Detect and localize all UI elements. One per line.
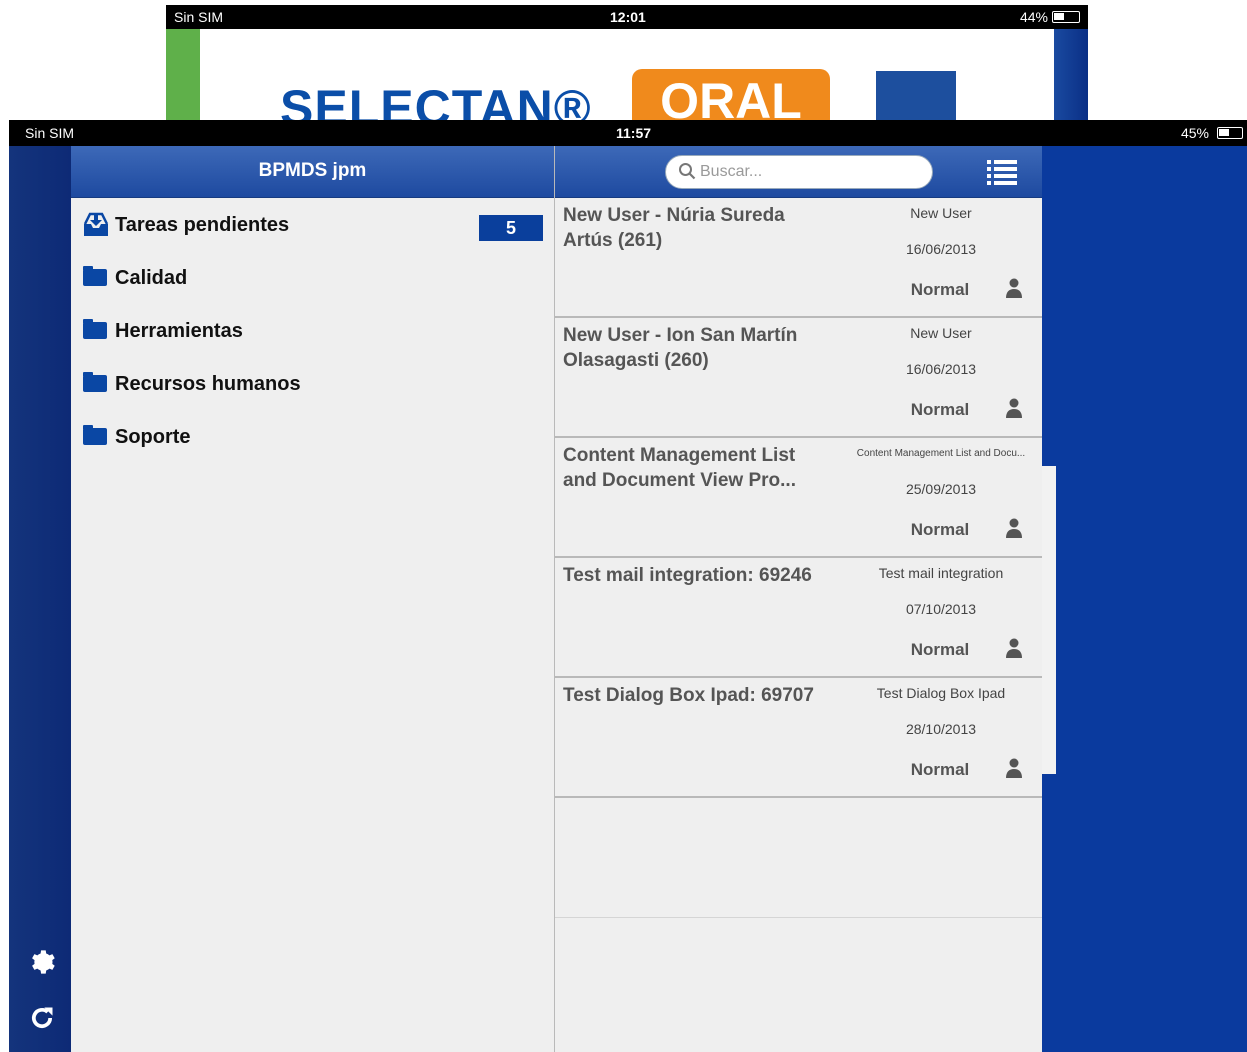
person-icon xyxy=(1005,758,1023,778)
carrier-label: Sin SIM xyxy=(25,125,75,141)
folder-label: Calidad xyxy=(115,267,188,289)
list-menu-icon[interactable] xyxy=(987,158,1017,186)
task-type: Test mail integration xyxy=(878,565,1004,581)
task-row[interactable]: New User - Ion San Martín Olasagasti (26… xyxy=(555,318,1042,438)
folder-item-calidad[interactable]: Calidad xyxy=(81,255,551,299)
task-priority: Normal xyxy=(910,760,970,779)
side-rail xyxy=(9,146,71,1052)
task-date: 07/10/2013 xyxy=(905,601,977,617)
background-brand-text: SELECTAN® xyxy=(280,80,592,120)
background-carrier: Sin SIM xyxy=(174,9,224,25)
background-battery-icon xyxy=(1052,11,1080,23)
task-priority: Normal xyxy=(910,640,970,659)
folder-label: Tareas pendientes xyxy=(115,214,290,236)
task-date: 16/06/2013 xyxy=(905,241,977,257)
empty-row xyxy=(555,798,1042,918)
task-title: Test Dialog Box Ipad: 69707 xyxy=(563,685,814,706)
search-input[interactable] xyxy=(700,163,920,181)
tasks-panel: New User - Núria Sureda Artús (261) New … xyxy=(555,146,1042,1052)
refresh-icon[interactable] xyxy=(27,1004,57,1034)
background-right-strip xyxy=(1054,29,1088,120)
right-background xyxy=(1042,146,1247,1052)
panel-title: BPMDS jpm xyxy=(258,160,367,181)
background-status-bar: Sin SIM 12:01 44% xyxy=(166,5,1088,29)
person-icon xyxy=(1005,638,1023,658)
right-edge-panel xyxy=(1042,466,1056,774)
folder-label: Soporte xyxy=(115,426,191,448)
person-icon xyxy=(1005,278,1023,298)
task-title: Content Management List and Document Vie… xyxy=(563,445,796,491)
folder-icon xyxy=(83,266,107,286)
task-row[interactable]: New User - Núria Sureda Artús (261) New … xyxy=(555,198,1042,318)
folders-panel: BPMDS jpm Tareas pendientes 5 Calidad He… xyxy=(71,146,555,1052)
task-type: Content Management List and Docu... xyxy=(856,448,1026,459)
background-brand-badge: ORAL xyxy=(632,69,830,120)
task-row[interactable]: Content Management List and Document Vie… xyxy=(555,438,1042,558)
folder-item-tareas-pendientes[interactable]: Tareas pendientes 5 xyxy=(81,202,551,246)
background-time: 12:01 xyxy=(610,9,646,25)
inbox-download-icon xyxy=(81,210,111,238)
main-screen: Sin SIM 11:57 45% BPMDS jpm Tareas pendi… xyxy=(9,120,1247,1052)
background-screenshot: Sin SIM 12:01 44% SELECTAN® ORAL xyxy=(166,5,1088,120)
task-row[interactable]: Test Dialog Box Ipad: 69707 Test Dialog … xyxy=(555,678,1042,798)
status-time: 11:57 xyxy=(616,125,652,141)
search-box[interactable] xyxy=(665,155,933,189)
status-bar: Sin SIM 11:57 45% xyxy=(9,120,1247,146)
folder-item-recursos-humanos[interactable]: Recursos humanos xyxy=(81,361,551,405)
task-type: New User xyxy=(910,205,972,221)
background-left-strip xyxy=(166,29,200,120)
count-badge: 5 xyxy=(479,215,543,241)
folder-item-herramientas[interactable]: Herramientas xyxy=(81,308,551,352)
task-type: Test Dialog Box Ipad xyxy=(876,685,1006,701)
folder-icon xyxy=(83,425,107,445)
tasks-header xyxy=(555,146,1042,198)
folder-label: Herramientas xyxy=(115,320,243,342)
battery-percent: 45% xyxy=(1180,125,1209,141)
task-type: New User xyxy=(910,325,972,341)
person-icon xyxy=(1005,518,1023,538)
task-date: 16/06/2013 xyxy=(905,361,977,377)
folder-item-soporte[interactable]: Soporte xyxy=(81,414,551,458)
background-battery-percent: 44% xyxy=(1019,9,1048,25)
task-priority: Normal xyxy=(910,520,970,539)
folder-label: Recursos humanos xyxy=(115,373,301,395)
task-title: New User - Núria Sureda Artús (261) xyxy=(563,205,785,251)
task-priority: Normal xyxy=(910,280,970,299)
folder-icon xyxy=(83,319,107,339)
search-icon xyxy=(678,162,696,180)
task-date: 25/09/2013 xyxy=(905,481,977,497)
person-icon xyxy=(1005,398,1023,418)
task-title: Test mail integration: 69246 xyxy=(563,565,812,586)
folders-header: BPMDS jpm xyxy=(71,146,554,198)
background-logo-icon xyxy=(876,71,956,120)
task-title: New User - Ion San Martín Olasagasti (26… xyxy=(563,325,798,371)
battery-icon xyxy=(1217,127,1243,139)
task-priority: Normal xyxy=(910,400,970,419)
gear-icon[interactable] xyxy=(27,948,57,978)
folder-icon xyxy=(83,372,107,392)
task-date: 28/10/2013 xyxy=(905,721,977,737)
task-row[interactable]: Test mail integration: 69246 Test mail i… xyxy=(555,558,1042,678)
